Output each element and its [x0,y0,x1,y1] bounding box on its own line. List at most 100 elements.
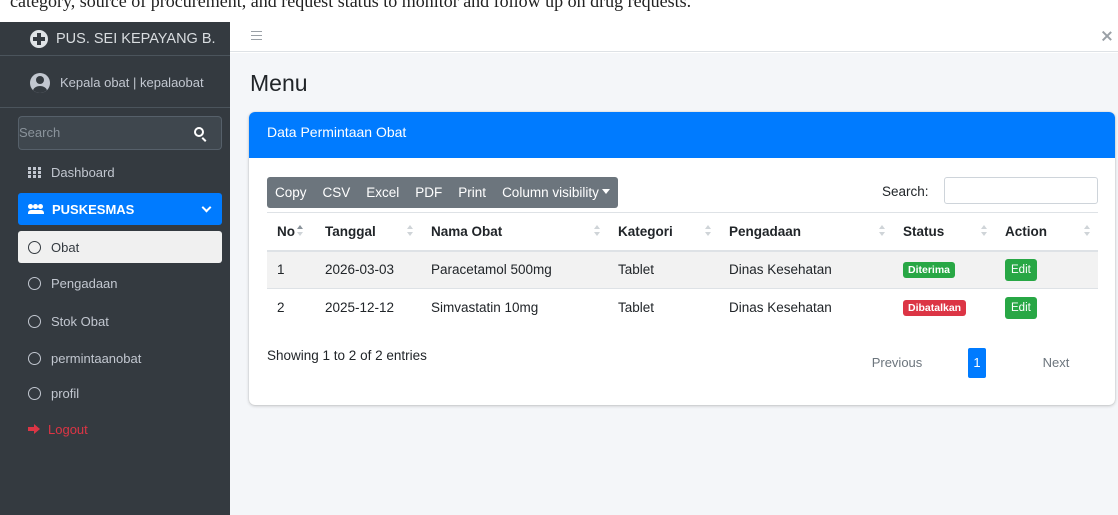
sidebar-item-puskesmas[interactable]: PUSKESMAS [18,193,222,225]
sort-icon [407,225,413,239]
cell-tanggal: 2026-03-03 [315,250,421,289]
cell-nama-obat: Paracetamol 500mg [421,250,608,289]
circle-icon [28,240,41,254]
cell-no: 1 [267,250,315,289]
pagination-page-1[interactable]: 1 [968,348,986,378]
column-header-kategori[interactable]: Kategori [608,212,719,252]
export-button-group: Copy CSV Excel PDF Print Column visibili… [267,177,618,208]
sidebar-item-label: PUSKESMAS [52,201,135,217]
sidebar-item-profil[interactable]: profil [18,377,222,409]
print-button[interactable]: Print [450,177,494,208]
sidebar-item-label: permintaanobat [51,350,142,366]
brand-link[interactable]: PUS. SEI KEPAYANG B. [0,22,230,56]
pdf-button[interactable]: PDF [407,177,450,208]
search-icon [193,127,204,137]
sidebar-item-logout[interactable]: Logout [18,413,222,445]
circle-icon [28,314,41,328]
column-header-pengadaan[interactable]: Pengadaan [719,212,893,252]
data-card: Data Permintaan Obat Copy CSV Excel PDF … [249,112,1115,405]
status-badge: Dibatalkan [903,300,967,317]
sidebar-item-label: Logout [48,421,88,437]
search-label: Search: [882,184,929,199]
requests-table: No Tanggal Nama Obat Kategori Pengadaan … [267,212,1098,327]
column-visibility-button[interactable]: Column visibility [494,177,618,208]
status-badge: Diterima [903,262,956,279]
cell-action: Edit [995,250,1098,289]
fullscreen-icon[interactable] [1102,31,1112,41]
sidebar-item-label: profil [51,385,80,401]
cell-status: Diterima [893,250,995,289]
sidebar-item-stok-obat[interactable]: Stok Obat [18,305,222,337]
sort-icon [1084,225,1090,239]
cell-pengadaan: Dinas Kesehatan [719,288,893,327]
cell-tanggal: 2025-12-12 [315,288,421,327]
column-label: Tanggal [325,223,376,239]
sort-icon [981,225,987,239]
column-label: No [277,223,295,239]
sidebar-item-label: Stok Obat [51,313,109,329]
sidebar-item-dashboard[interactable]: Dashboard [18,156,222,188]
sidebar-item-label: Obat [51,239,80,255]
column-header-no[interactable]: No [267,212,315,252]
caret-down-icon [601,189,610,195]
copy-button[interactable]: Copy [267,177,315,208]
excel-button[interactable]: Excel [358,177,407,208]
sidebar-item-permintaanobat[interactable]: permintaanobat [18,342,222,374]
main-content: Menu Data Permintaan Obat Copy CSV Excel… [230,53,1118,515]
column-header-status[interactable]: Status [893,212,995,252]
top-navbar [230,22,1118,52]
circle-icon [28,351,41,365]
user-name: Kepala obat | kepalaobat [60,75,204,90]
table-search-input[interactable] [944,177,1098,204]
column-header-nama-obat[interactable]: Nama Obat [421,212,608,252]
sidebar-item-pengadaan[interactable]: Pengadaan [18,267,222,299]
brand-name: PUS. SEI KEPAYANG B. [56,30,216,47]
sidebar-item-label: Dashboard [51,164,115,180]
column-label: Action [1005,223,1047,239]
pagination-previous[interactable]: Previous [865,348,929,378]
circle-icon [28,276,41,290]
cell-kategori: Tablet [608,250,719,289]
sort-icon [879,225,885,239]
pagination-next[interactable]: Next [1035,348,1077,378]
sort-icon [594,225,600,239]
sidebar-item-label: Pengadaan [51,275,118,291]
user-panel[interactable]: Kepala obat | kepalaobat [0,58,230,108]
sidebar: PUS. SEI KEPAYANG B. Kepala obat | kepal… [0,22,230,515]
cell-nama-obat: Simvastatin 10mg [421,288,608,327]
card-title: Data Permintaan Obat [249,112,1115,158]
menu-toggle-icon[interactable] [251,31,262,40]
sidebar-search-button[interactable] [178,116,222,150]
table-info: Showing 1 to 2 of 2 entries [267,348,427,363]
logout-icon [28,424,40,434]
column-header-action[interactable]: Action [995,212,1098,252]
column-header-tanggal[interactable]: Tanggal [315,212,421,252]
sidebar-item-obat[interactable]: Obat [18,231,222,263]
csv-button[interactable]: CSV [315,177,359,208]
cell-pengadaan: Dinas Kesehatan [719,250,893,289]
cell-no: 2 [267,288,315,327]
cell-action: Edit [995,288,1098,327]
grid-icon [28,166,41,178]
cell-status: Dibatalkan [893,288,995,327]
column-label: Nama Obat [431,223,503,239]
clinic-logo-icon [30,29,48,48]
column-label: Status [903,223,945,239]
sort-asc-icon [297,225,303,239]
table-header-row: No Tanggal Nama Obat Kategori Pengadaan … [267,212,1098,252]
edit-button[interactable]: Edit [1005,258,1037,281]
user-avatar-icon [30,72,50,93]
cell-kategori: Tablet [608,288,719,327]
table-row: 1 2026-03-03 Paracetamol 500mg Tablet Di… [267,250,1098,289]
sidebar-search-input[interactable]: Search [18,116,178,150]
caption-text: category, source of procurement, and req… [10,0,692,11]
page-title: Menu [250,70,308,96]
circle-icon [28,386,41,400]
column-label: Pengadaan [729,223,802,239]
column-visibility-label: Column visibility [502,185,599,200]
sort-icon [705,225,711,239]
table-row: 2 2025-12-12 Simvastatin 10mg Tablet Din… [267,288,1098,327]
sidebar-search: Search [18,116,222,150]
edit-button[interactable]: Edit [1005,296,1037,319]
column-label: Kategori [618,223,673,239]
